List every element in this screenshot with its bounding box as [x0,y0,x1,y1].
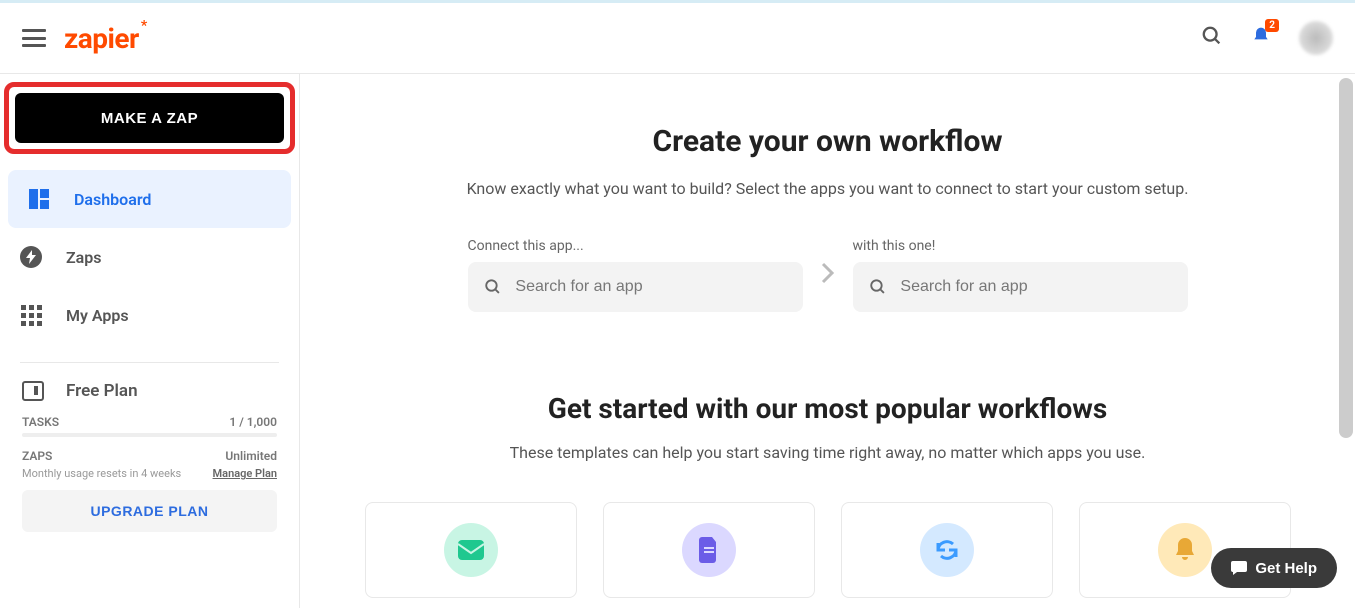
plan-panel: Free Plan TASKS 1 / 1,000 ZAPS Unlimited… [0,381,299,480]
apps-grid-icon [20,304,42,326]
document-icon [682,523,736,577]
tasks-label: TASKS [22,415,59,429]
manage-plan-link[interactable]: Manage Plan [213,467,277,480]
logo-star-icon: * [141,18,147,34]
sidebar-item-label: Dashboard [74,190,151,209]
popular-subtitle: These templates can help you start savin… [340,443,1315,462]
connect-app-left[interactable] [468,262,803,312]
sidebar: MAKE A ZAP Dashboard Zaps My Apps Free P… [0,74,300,608]
main-content: Create your own workflow Know exactly wh… [300,74,1355,608]
notifications-button[interactable]: 2 [1251,25,1271,51]
search-icon [484,277,502,297]
connect-label-left: Connect this app... [468,238,803,254]
sidebar-item-myapps[interactable]: My Apps [0,286,299,344]
popular-title: Get started with our most popular workfl… [340,392,1315,425]
search-input-right[interactable] [900,278,1171,296]
chat-icon [1231,561,1247,575]
tasks-value: 1 / 1,000 [229,415,277,429]
search-input-left[interactable] [515,278,786,296]
page-subtitle: Know exactly what you want to build? Sel… [340,179,1315,198]
make-zap-highlight: MAKE A ZAP [4,82,295,154]
bell-icon [1158,523,1212,577]
bolt-icon [20,246,42,268]
page-title: Create your own workflow [340,124,1315,159]
connect-app-right[interactable] [853,262,1188,312]
zaps-label: ZAPS [22,449,52,463]
sidebar-item-label: Zaps [66,248,102,267]
sync-icon [920,523,974,577]
template-card[interactable] [841,502,1053,598]
template-cards [340,502,1315,598]
plan-icon [22,381,44,401]
logo[interactable]: zapier* [64,22,139,55]
sidebar-item-zaps[interactable]: Zaps [0,228,299,286]
menu-icon[interactable] [22,29,46,47]
mail-icon [444,523,498,577]
plan-name: Free Plan [66,381,138,401]
global-search-icon[interactable] [1201,25,1223,51]
header: zapier* 2 [0,3,1355,74]
connect-apps-row: Connect this app... with this one! [340,238,1315,312]
get-help-button[interactable]: Get Help [1211,548,1337,588]
sidebar-item-dashboard[interactable]: Dashboard [8,170,291,228]
sidebar-item-label: My Apps [66,306,129,325]
template-card[interactable] [603,502,815,598]
scrollbar[interactable] [1339,78,1353,438]
chevron-right-icon [821,262,835,288]
divider [20,362,279,363]
zaps-value: Unlimited [225,449,277,463]
make-zap-button[interactable]: MAKE A ZAP [15,93,284,143]
reset-text: Monthly usage resets in 4 weeks [22,467,181,480]
dashboard-icon [28,188,50,210]
help-label: Get Help [1255,560,1317,577]
template-card[interactable] [365,502,577,598]
notification-badge: 2 [1265,19,1279,32]
connect-label-right: with this one! [853,238,1188,254]
search-icon [869,277,887,297]
logo-text: zapier [64,22,139,55]
upgrade-plan-button[interactable]: UPGRADE PLAN [22,490,277,532]
tasks-progress [22,433,277,437]
avatar[interactable] [1299,21,1333,55]
